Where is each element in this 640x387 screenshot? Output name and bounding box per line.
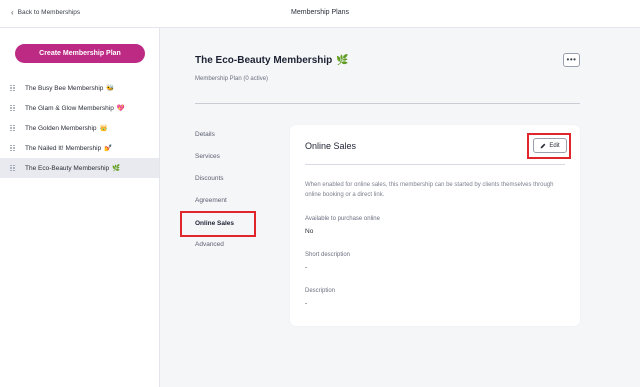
create-membership-plan-button[interactable]: Create Membership Plan (15, 44, 145, 63)
edit-highlight (527, 133, 571, 159)
plan-item-label: The Eco-Beauty Membership (25, 164, 110, 172)
plan-item-label: The Nailed It! Membership (25, 144, 102, 152)
plan-item-label: The Golden Membership (25, 124, 97, 132)
bee-icon: 🐝 (106, 85, 115, 92)
plan-item-eco-beauty[interactable]: The Eco-Beauty Membership 🌿 (0, 158, 159, 178)
page-title: Membership Plans (291, 9, 349, 16)
main-content: The Eco-Beauty Membership 🌿 Membership Pl… (160, 28, 640, 387)
drag-handle-icon[interactable] (0, 124, 25, 132)
plan-item-label: The Glam & Glow Membership (25, 104, 114, 112)
tab-agreement[interactable]: Agreement (195, 197, 227, 204)
available-online-value: No (305, 228, 314, 235)
plan-item-golden[interactable]: The Golden Membership 👑 (0, 118, 159, 138)
heart-icon: 💖 (116, 105, 125, 112)
short-description-value: - (305, 264, 308, 271)
plan-item-nailed-it[interactable]: The Nailed It! Membership 💅 (0, 138, 159, 158)
leaf-icon: 🌿 (336, 55, 349, 66)
plan-item-busy-bee[interactable]: The Busy Bee Membership 🐝 (0, 78, 159, 98)
online-sales-highlight (180, 211, 256, 237)
more-options-button[interactable]: ••• (563, 53, 580, 67)
card-divider (305, 164, 565, 165)
plan-subtitle: Membership Plan (0 active) (195, 76, 269, 82)
top-bar: ‹ Back to Memberships Membership Plans (0, 0, 640, 28)
sidebar: Create Membership Plan The Busy Bee Memb… (0, 28, 160, 387)
tab-discounts[interactable]: Discounts (195, 175, 224, 182)
drag-handle-icon[interactable] (0, 84, 25, 92)
divider (195, 103, 580, 104)
leaf-icon: 🌿 (112, 165, 121, 172)
plan-item-label: The Busy Bee Membership (25, 84, 104, 92)
plan-list: The Busy Bee Membership 🐝 The Glam & Glo… (0, 78, 159, 178)
short-description-label: Short description (305, 252, 351, 258)
online-sales-card: Online Sales Edit When enabled for onlin… (290, 125, 580, 326)
tab-advanced[interactable]: Advanced (195, 241, 224, 248)
drag-handle-icon[interactable] (0, 164, 25, 172)
plan-item-glam-glow[interactable]: The Glam & Glow Membership 💖 (0, 98, 159, 118)
description-label: Description (305, 288, 336, 294)
tab-details[interactable]: Details (195, 131, 215, 138)
online-sales-description: When enabled for online sales, this memb… (305, 182, 554, 198)
drag-handle-icon[interactable] (0, 144, 25, 152)
card-title: Online Sales (305, 141, 357, 151)
plan-title-text: The Eco-Beauty Membership (195, 55, 333, 66)
plan-title: The Eco-Beauty Membership 🌿 (195, 55, 349, 66)
crown-icon: 👑 (99, 125, 108, 132)
drag-handle-icon[interactable] (0, 104, 25, 112)
description-value: - (305, 300, 308, 307)
available-online-label: Available to purchase online (305, 216, 380, 222)
tab-services[interactable]: Services (195, 153, 220, 160)
nail-polish-icon: 💅 (104, 145, 113, 152)
